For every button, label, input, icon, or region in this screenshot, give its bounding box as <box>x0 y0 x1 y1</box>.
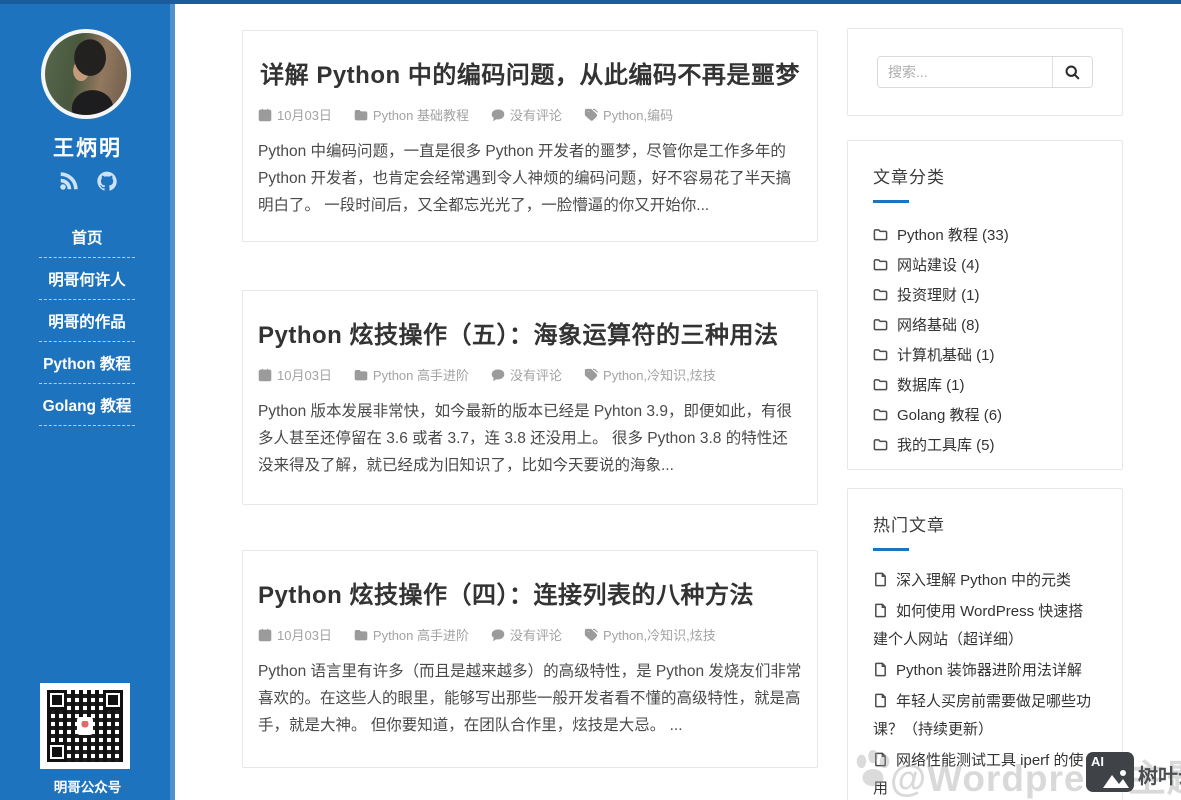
category-item[interactable]: 投资理财 (1) <box>873 279 1097 309</box>
folder-icon <box>354 108 368 122</box>
popular-item[interactable]: 如何使用 WordPress 快速搭建个人网站（超详细） <box>873 598 1097 654</box>
folder-outline-icon <box>873 227 888 242</box>
popular-posts-widget: 热门文章 深入理解 Python 中的元类 如何使用 WordPress 快速搭… <box>847 488 1123 800</box>
top-accent-strip <box>0 0 1181 4</box>
category-item[interactable]: 数据库 (1) <box>873 369 1097 399</box>
post-card: 详解 Python 中的编码问题，从此编码不再是噩梦 10月03日 Python… <box>242 30 818 242</box>
title-underline <box>873 200 909 203</box>
post-meta: 10月03日 Python 基础教程 没有评论 Python,编码 <box>258 105 802 124</box>
folder-outline-icon <box>873 317 888 332</box>
rss-icon[interactable] <box>58 170 80 197</box>
post-category[interactable]: Python 基础教程 <box>354 105 469 124</box>
comment-icon <box>491 628 505 642</box>
tags-icon <box>584 628 598 642</box>
search-input[interactable] <box>878 57 1052 87</box>
nav-item-python[interactable]: Python 教程 <box>39 342 135 384</box>
folder-icon <box>354 628 368 642</box>
folder-outline-icon <box>873 407 888 422</box>
category-item[interactable]: 网站建设 (4) <box>873 249 1097 279</box>
post-date: 10月03日 <box>258 105 332 124</box>
category-item[interactable]: 计算机基础 (1) <box>873 339 1097 369</box>
post-card: Python 炫技操作（五）：海象运算符的三种用法 10月03日 Python … <box>242 290 818 505</box>
widget-title: 文章分类 <box>873 163 1097 188</box>
file-icon <box>873 603 888 618</box>
nav-item-works[interactable]: 明哥的作品 <box>39 300 135 342</box>
nav-item-about[interactable]: 明哥何许人 <box>39 258 135 300</box>
file-icon <box>873 752 888 767</box>
post-excerpt: Python 语言里有许多（而且是越来越多）的高级特性，是 Python 发烧友… <box>258 658 802 739</box>
category-item[interactable]: Golang 教程 (6) <box>873 399 1097 429</box>
category-list: Python 教程 (33) 网站建设 (4) 投资理财 (1) 网络基础 (8… <box>873 219 1097 459</box>
left-sidebar: 王炳明 首页 明哥何许人 明哥的作品 Python 教程 Golang 教程 明… <box>0 0 175 800</box>
post-excerpt: Python 版本发展非常快，如今最新的版本已经是 Pyhton 3.9，即便如… <box>258 398 802 479</box>
post-meta: 10月03日 Python 高手进阶 没有评论 Python,冷知识,炫技 <box>258 625 802 644</box>
popular-item[interactable]: 年轻人买房前需要做足哪些功课？（持续更新） <box>873 688 1097 744</box>
calendar-icon <box>258 368 272 382</box>
profile-name: 王炳明 <box>0 132 175 162</box>
folder-outline-icon <box>873 287 888 302</box>
calendar-icon <box>258 108 272 122</box>
category-item[interactable]: Python 教程 (33) <box>873 219 1097 249</box>
folder-outline-icon <box>873 257 888 272</box>
nav-item-home[interactable]: 首页 <box>39 216 135 258</box>
watermark-brand: 树叶云 <box>1138 760 1181 789</box>
post-category[interactable]: Python 高手进阶 <box>354 625 469 644</box>
search-icon <box>1064 64 1081 81</box>
post-excerpt: Python 中编码问题，一直是很多 Python 开发者的噩梦，尽管你是工作多… <box>258 138 802 219</box>
post-date: 10月03日 <box>258 625 332 644</box>
nav-item-golang[interactable]: Golang 教程 <box>39 384 135 426</box>
search-button[interactable] <box>1052 57 1092 87</box>
popular-list: 深入理解 Python 中的元类 如何使用 WordPress 快速搭建个人网站… <box>873 567 1097 800</box>
avatar[interactable] <box>41 29 131 119</box>
right-sidebar: 文章分类 Python 教程 (33) 网站建设 (4) 投资理财 (1) 网络… <box>847 28 1123 800</box>
post-comments[interactable]: 没有评论 <box>491 105 562 124</box>
page: 王炳明 首页 明哥何许人 明哥的作品 Python 教程 Golang 教程 明… <box>0 0 1181 800</box>
sidebar-nav: 首页 明哥何许人 明哥的作品 Python 教程 Golang 教程 <box>39 216 135 426</box>
search-widget <box>847 28 1123 116</box>
tags-icon <box>584 108 598 122</box>
post-tags[interactable]: Python,冷知识,炫技 <box>584 365 716 384</box>
qr-code <box>40 683 130 769</box>
post-title[interactable]: Python 炫技操作（四）：连接列表的八种方法 <box>258 575 802 610</box>
category-item[interactable]: 我的工具库 (5) <box>873 429 1097 459</box>
popular-item[interactable]: 深入理解 Python 中的元类 <box>873 567 1097 595</box>
post-comments[interactable]: 没有评论 <box>491 625 562 644</box>
title-underline <box>873 548 909 551</box>
post-date: 10月03日 <box>258 365 332 384</box>
tags-icon <box>584 368 598 382</box>
post-title[interactable]: Python 炫技操作（五）：海象运算符的三种用法 <box>258 315 802 350</box>
file-icon <box>873 572 888 587</box>
comment-icon <box>491 108 505 122</box>
post-title[interactable]: 详解 Python 中的编码问题，从此编码不再是噩梦 <box>258 55 802 90</box>
category-item[interactable]: 网络基础 (8) <box>873 309 1097 339</box>
folder-outline-icon <box>873 347 888 362</box>
post-meta: 10月03日 Python 高手进阶 没有评论 Python,冷知识,炫技 <box>258 365 802 384</box>
folder-icon <box>354 368 368 382</box>
post-list: 详解 Python 中的编码问题，从此编码不再是噩梦 10月03日 Python… <box>242 30 818 768</box>
widget-title: 热门文章 <box>873 511 1097 536</box>
categories-widget: 文章分类 Python 教程 (33) 网站建设 (4) 投资理财 (1) 网络… <box>847 140 1123 470</box>
popular-item[interactable]: 网络性能测试工具 iperf 的使用 <box>873 747 1097 800</box>
qr-label: 明哥公众号 <box>0 776 175 796</box>
file-icon <box>873 693 888 708</box>
calendar-icon <box>258 628 272 642</box>
post-tags[interactable]: Python,冷知识,炫技 <box>584 625 716 644</box>
social-links <box>0 170 175 197</box>
file-icon <box>873 662 888 677</box>
popular-item[interactable]: Python 装饰器进阶用法详解 <box>873 657 1097 685</box>
folder-outline-icon <box>873 437 888 452</box>
github-icon[interactable] <box>96 170 118 197</box>
post-comments[interactable]: 没有评论 <box>491 365 562 384</box>
folder-outline-icon <box>873 377 888 392</box>
post-card: Python 炫技操作（四）：连接列表的八种方法 10月03日 Python 高… <box>242 550 818 768</box>
post-category[interactable]: Python 高手进阶 <box>354 365 469 384</box>
post-tags[interactable]: Python,编码 <box>584 105 673 124</box>
comment-icon <box>491 368 505 382</box>
